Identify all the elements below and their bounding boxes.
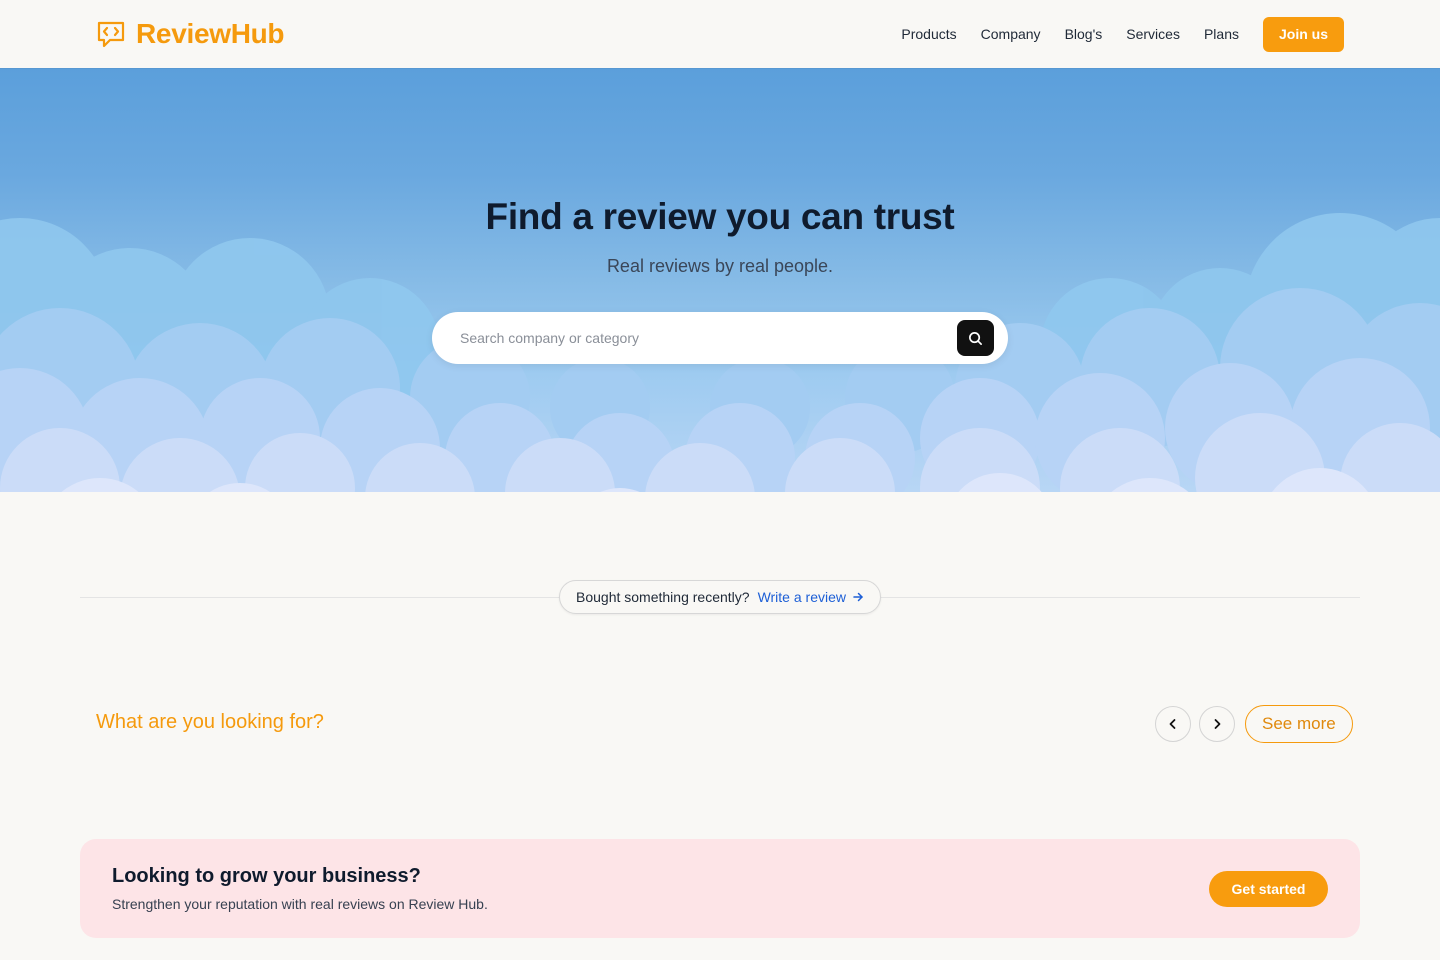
hero-title: Find a review you can trust (485, 196, 955, 237)
categories-title: What are you looking for? (96, 711, 324, 733)
carousel-next-button[interactable] (1199, 706, 1235, 742)
business-banner: Looking to grow your business? Strengthe… (80, 839, 1360, 938)
join-us-button[interactable]: Join us (1262, 16, 1344, 52)
carousel-prev-button[interactable] (1155, 706, 1191, 742)
nav-item-blogs[interactable]: Blog's (1065, 26, 1103, 42)
get-started-button[interactable]: Get started (1209, 870, 1328, 907)
banner-text: Looking to grow your business? Strengthe… (112, 865, 488, 912)
hero-content: Find a review you can trust Real reviews… (0, 68, 1440, 492)
chat-code-icon (96, 19, 126, 49)
write-review-pill: Bought something recently? Write a revie… (559, 580, 881, 614)
search-icon (968, 331, 983, 346)
chevron-right-icon (1211, 718, 1223, 730)
hero-section: Find a review you can trust Real reviews… (0, 68, 1440, 492)
nav-item-products[interactable]: Products (901, 26, 956, 42)
banner-title: Looking to grow your business? (112, 865, 421, 887)
see-more-button[interactable]: See more (1245, 705, 1353, 743)
write-review-label: Write a review (757, 589, 846, 605)
pill-text: Bought something recently? (576, 589, 750, 605)
brand-name: ReviewHub (136, 18, 285, 49)
search-bar (432, 312, 1008, 364)
nav-item-company[interactable]: Company (981, 26, 1041, 42)
carousel-controls: See more (1155, 705, 1353, 743)
search-button[interactable] (957, 320, 994, 356)
arrow-right-icon (852, 591, 864, 603)
site-header: ReviewHub Products Company Blog's Servic… (0, 0, 1440, 68)
hero-subtitle: Real reviews by real people. (606, 256, 834, 276)
banner-subtitle: Strengthen your reputation with real rev… (112, 896, 488, 912)
nav-item-plans[interactable]: Plans (1204, 26, 1239, 42)
main-nav: Products Company Blog's Services Plans J… (901, 16, 1344, 52)
search-input[interactable] (460, 330, 957, 346)
write-review-link[interactable]: Write a review (758, 589, 864, 605)
logo-link[interactable]: ReviewHub (96, 18, 285, 50)
chevron-left-icon (1167, 718, 1179, 730)
nav-item-services[interactable]: Services (1126, 26, 1180, 42)
